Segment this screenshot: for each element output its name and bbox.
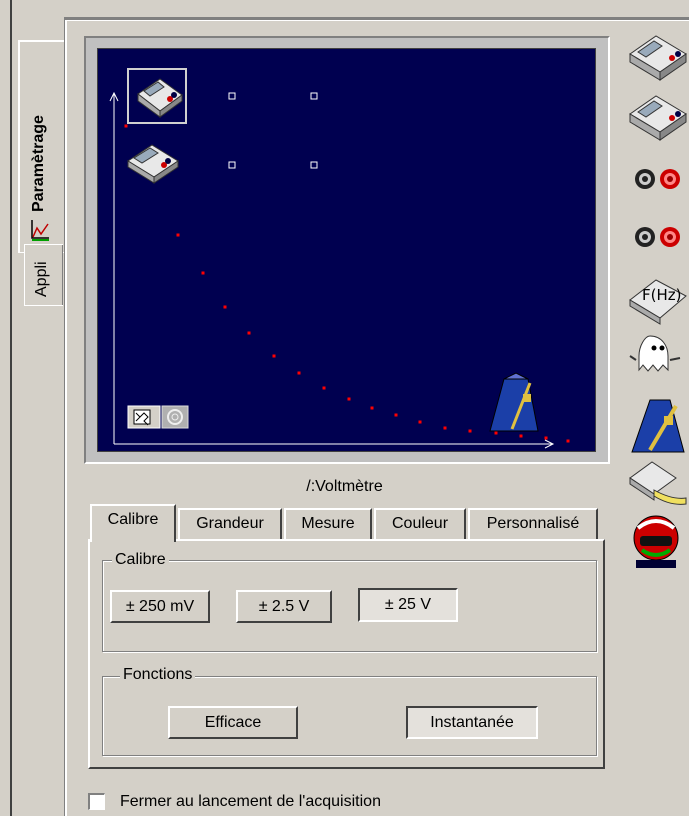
tab-appli-label: Appli — [33, 261, 50, 297]
voltmeter-icon[interactable] — [127, 144, 179, 184]
data-point — [494, 431, 498, 435]
close-on-acquisition-checkbox[interactable] — [88, 793, 105, 810]
tab-grandeur[interactable]: Grandeur — [178, 508, 282, 540]
data-point — [468, 429, 472, 433]
calibre-25v-button[interactable]: ± 25 V — [358, 588, 458, 622]
grid-marker[interactable] — [228, 92, 236, 100]
metronome-tool-icon[interactable] — [626, 392, 689, 456]
zoom-fit-icon[interactable] — [127, 405, 161, 429]
grid-marker[interactable] — [228, 161, 236, 169]
data-point — [544, 436, 548, 440]
fonctions-group-legend: Fonctions — [120, 666, 196, 684]
grid-marker[interactable] — [310, 92, 318, 100]
racing-driver-icon[interactable] — [626, 510, 689, 570]
data-point — [223, 305, 227, 309]
data-point — [272, 354, 276, 358]
tab-couleur[interactable]: Couleur — [374, 508, 466, 540]
tab-calibre[interactable]: Calibre — [90, 504, 176, 542]
graph-area[interactable] — [97, 48, 596, 452]
tab-mesure[interactable]: Mesure — [284, 508, 372, 540]
frequency-meter-icon[interactable]: F(Hz) — [626, 270, 689, 328]
data-point — [394, 413, 398, 417]
ammeter-tool-icon[interactable] — [626, 88, 689, 148]
window-top-edge — [0, 0, 689, 8]
data-point — [370, 406, 374, 410]
metronome-icon[interactable] — [489, 372, 539, 432]
data-point — [176, 233, 180, 237]
grid-marker[interactable] — [310, 161, 318, 169]
tab-appli[interactable]: Appli — [24, 244, 63, 306]
device-title: /:Voltmètre — [306, 478, 383, 495]
close-on-acquisition-label: Fermer au lancement de l'acquisition — [120, 793, 381, 810]
output-terminals-icon[interactable] — [626, 222, 689, 252]
window-left-edge — [0, 0, 12, 816]
data-point — [247, 331, 251, 335]
frequency-label: F(Hz) — [642, 286, 682, 304]
tab-parametrage[interactable]: Paramètrage — [18, 40, 66, 253]
target-icon[interactable] — [161, 405, 189, 429]
data-point — [418, 420, 422, 424]
tab-personnalise[interactable]: Personnalisé — [468, 508, 598, 540]
data-point — [322, 386, 326, 390]
calibre-2-5v-button[interactable]: ± 2.5 V — [236, 590, 332, 623]
calibre-250mv-button[interactable]: ± 250 mV — [110, 590, 210, 623]
voltmeter-icon-selected[interactable] — [127, 68, 187, 124]
data-point — [347, 397, 351, 401]
graph-icon — [31, 220, 49, 241]
tab-divider — [64, 20, 67, 816]
voltmeter-tool-icon[interactable] — [626, 28, 689, 88]
data-point — [201, 271, 205, 275]
data-point — [124, 124, 128, 128]
data-point — [297, 371, 301, 375]
tab-parametrage-label: Paramètrage — [30, 115, 47, 212]
top-separator — [64, 17, 689, 21]
input-terminals-icon[interactable] — [626, 164, 689, 194]
data-point — [566, 439, 570, 443]
ghost-icon[interactable] — [626, 330, 689, 390]
data-point — [443, 426, 447, 430]
data-point — [519, 434, 523, 438]
instantanee-button[interactable]: Instantanée — [406, 706, 538, 739]
graph-canvas — [109, 68, 570, 449]
pen-tool-icon[interactable] — [626, 456, 689, 512]
calibre-group-legend: Calibre — [112, 551, 169, 569]
efficace-button[interactable]: Efficace — [168, 706, 298, 739]
